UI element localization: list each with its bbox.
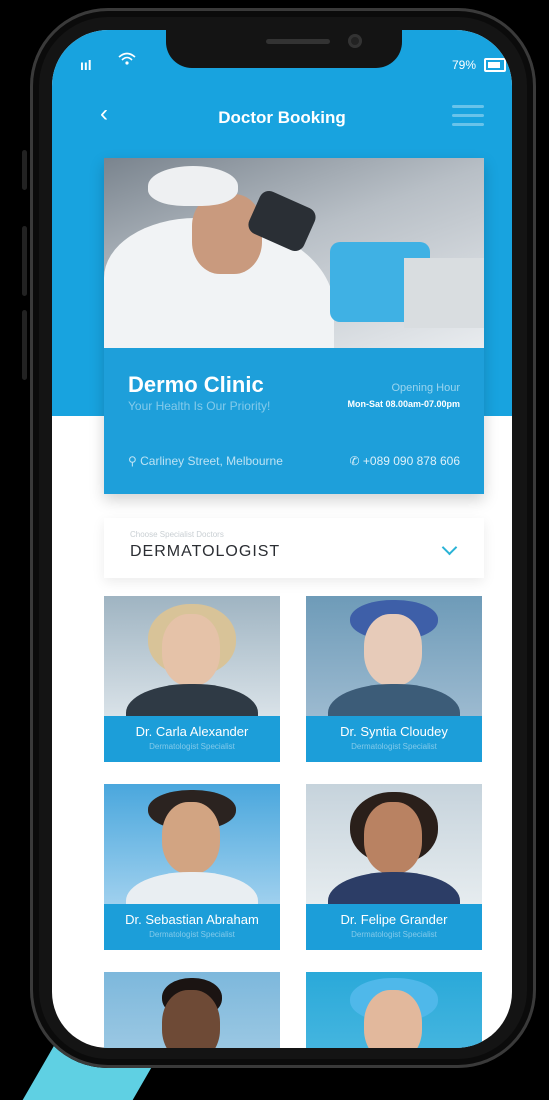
signal-icon: ııl [80,57,92,73]
doctor-specialty: Dermatologist Specialist [351,742,437,751]
phone-button-volume-up [22,226,27,296]
phone-button-mute [22,150,27,190]
battery-percent: 79% [452,58,477,72]
battery-icon [484,58,506,72]
doctor-specialty: Dermatologist Specialist [149,930,235,939]
phone-button-volume-down [22,310,27,380]
phone-text: +089 090 878 606 [362,454,460,468]
opening-hour-value: Mon-Sat 08.00am-07.00pm [347,399,460,409]
specialist-dropdown[interactable]: Choose Specialist Doctors DERMATOLOGIST [104,518,484,578]
wifi-icon [118,52,136,70]
clinic-photo [104,158,484,348]
address-text: Carliney Street, Melbourne [140,454,283,468]
doctor-name: Dr. Felipe Grander [340,912,448,927]
speaker [266,39,330,44]
page-title: Doctor Booking [218,108,346,127]
clinic-phone[interactable]: ✆ +089 090 878 606 [349,454,460,468]
doctor-name: Dr. Syntia Cloudey [340,724,448,739]
doctor-name: Dr. Sebastian Abraham [125,912,259,927]
clinic-info-overlay [104,348,484,494]
doctor-card[interactable]: Dr. Carla Alexander Dermatologist Specia… [104,596,280,762]
doctor-card[interactable]: Dr. Felipe Grander Dermatologist Special… [306,784,482,950]
app-screen: ııl 79% ‹ Doctor Booking Dermo Clinic Yo… [52,30,512,1048]
notch [166,30,402,68]
dropdown-value: DERMATOLOGIST [130,543,281,560]
phone-icon: ✆ [349,454,360,468]
camera [348,34,362,48]
menu-button[interactable] [452,105,484,132]
clinic-name: Dermo Clinic [128,372,264,397]
doctor-card[interactable]: Dr. Syntia Cloudey Dermatologist Special… [306,596,482,762]
doctor-card[interactable] [104,972,280,1048]
clinic-address[interactable]: ⚲ Carliney Street, Melbourne [128,454,283,468]
chevron-down-icon [441,539,458,556]
location-pin-icon: ⚲ [128,454,137,468]
opening-hour-label: Opening Hour [391,382,461,394]
clinic-tagline: Your Health Is Our Priority! [128,399,271,413]
doctor-card[interactable]: Dr. Sebastian Abraham Dermatologist Spec… [104,784,280,950]
doctor-specialty: Dermatologist Specialist [351,930,437,939]
clinic-card[interactable]: Dermo Clinic Your Health Is Our Priority… [104,158,484,494]
doctor-card[interactable] [306,972,482,1048]
doctor-name: Dr. Carla Alexander [135,724,249,739]
doctor-specialty: Dermatologist Specialist [149,742,235,751]
dropdown-label: Choose Specialist Doctors [130,530,224,539]
